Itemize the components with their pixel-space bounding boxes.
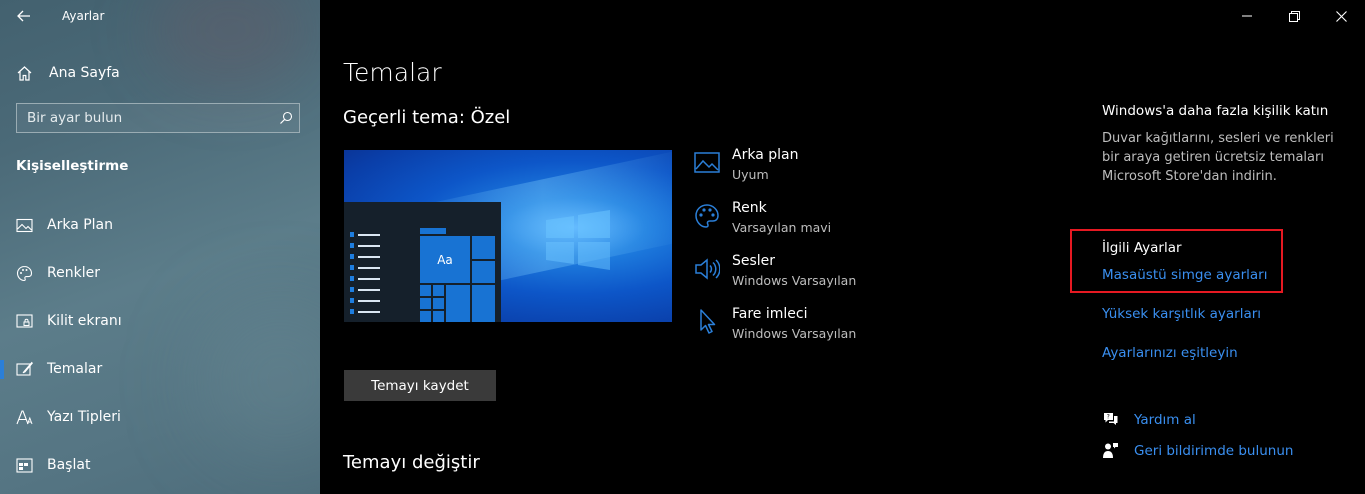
theme-prop-value: Windows Varsayılan <box>732 326 857 341</box>
window-title: Ayarlar <box>62 9 105 23</box>
sidebar-backdrop-blur <box>150 0 310 90</box>
save-theme-button[interactable]: Temayı kaydet <box>344 370 496 401</box>
preview-start-panel: Aa <box>344 202 501 322</box>
search-input[interactable] <box>17 104 272 132</box>
theme-prop-value: Uyum <box>732 167 769 182</box>
feedback-label: Geri bildirimde bulunun <box>1134 442 1294 459</box>
themes-brush-icon <box>16 361 33 376</box>
picture-icon <box>16 218 33 232</box>
theme-prop-title: Arka plan <box>732 147 799 163</box>
page-title: Temalar <box>343 58 442 87</box>
home-icon <box>17 65 32 81</box>
main-content: Temalar Geçerli tema: Özel Aa Arka plan … <box>320 0 1365 494</box>
sidebar-item-renkler[interactable]: Renkler <box>0 251 320 295</box>
sidebar-item-label: Renkler <box>47 265 100 281</box>
desktop-icon-settings-link[interactable]: Masaüstü simge ayarları <box>1102 267 1267 283</box>
close-icon <box>1335 10 1347 22</box>
lock-screen-icon <box>16 313 33 328</box>
sidebar-item-yazi-tipleri[interactable]: Yazı Tipleri <box>0 395 320 439</box>
picture-icon <box>694 152 720 173</box>
sidebar-item-label: Ana Sayfa <box>49 65 120 81</box>
help-chat-icon: ? <box>1104 413 1118 425</box>
promo-description: Duvar kağıtlarını, sesleri ve renkleri b… <box>1102 131 1334 184</box>
change-theme-heading: Temayı değiştir <box>343 452 480 473</box>
related-settings-title: İlgili Ayarlar <box>1102 240 1182 256</box>
sidebar-item-arka-plan[interactable]: Arka Plan <box>0 203 320 247</box>
cursor-icon <box>700 309 716 334</box>
restore-button[interactable] <box>1271 2 1317 30</box>
get-help-label: Yardım al <box>1134 411 1196 428</box>
theme-prop-value: Varsayılan mavi <box>732 220 832 235</box>
search-box[interactable] <box>16 103 300 133</box>
get-help-link[interactable]: ? Yardım al <box>1102 411 1196 428</box>
preview-tile-label: Aa <box>420 236 470 283</box>
selected-indicator <box>0 360 4 379</box>
sync-settings-link[interactable]: Ayarlarınızı eşitleyin <box>1102 345 1238 361</box>
start-icon <box>16 457 33 473</box>
sidebar: Ayarlar Ana Sayfa Kişiselleştirme Arka P… <box>0 0 320 494</box>
theme-preview: Aa <box>344 150 672 322</box>
feedback-link[interactable]: Geri bildirimde bulunun <box>1102 442 1293 459</box>
sidebar-item-home[interactable]: Ana Sayfa <box>16 62 120 84</box>
high-contrast-settings-link[interactable]: Yüksek karşıtlık ayarları <box>1102 306 1261 322</box>
sidebar-item-label: Arka Plan <box>47 217 114 233</box>
font-icon <box>16 409 33 424</box>
feedback-person-icon <box>1103 443 1118 458</box>
theme-prop-value: Windows Varsayılan <box>732 273 857 288</box>
palette-icon <box>695 204 719 228</box>
current-theme-label: Geçerli tema: Özel <box>343 107 511 128</box>
minimize-icon <box>1242 15 1252 17</box>
theme-prop-title: Renk <box>732 200 767 216</box>
restore-icon <box>1288 10 1300 22</box>
sidebar-item-baslat[interactable]: Başlat <box>0 443 320 487</box>
svg-text:?: ? <box>1107 414 1110 421</box>
minimize-button[interactable] <box>1224 2 1270 30</box>
sidebar-item-kilit-ekrani[interactable]: Kilit ekranı <box>0 299 320 343</box>
sidebar-item-label: Yazı Tipleri <box>47 409 121 425</box>
theme-prop-title: Fare imleci <box>732 306 808 322</box>
close-button[interactable] <box>1318 2 1364 30</box>
speaker-icon <box>695 258 720 280</box>
search-icon[interactable] <box>279 111 293 125</box>
sidebar-item-label: Kilit ekranı <box>47 313 122 329</box>
back-arrow-icon[interactable] <box>14 6 34 26</box>
sidebar-item-temalar[interactable]: Temalar <box>0 347 320 391</box>
sidebar-section-title: Kişiselleştirme <box>16 158 129 174</box>
sidebar-item-label: Başlat <box>47 457 91 473</box>
windows-logo-icon <box>546 210 610 270</box>
highlight-box <box>1070 229 1283 293</box>
palette-icon <box>16 265 33 281</box>
sidebar-item-label: Temalar <box>47 361 103 377</box>
promo-title: Windows'a daha fazla kişilik katın <box>1102 103 1329 119</box>
theme-prop-title: Sesler <box>732 253 776 269</box>
